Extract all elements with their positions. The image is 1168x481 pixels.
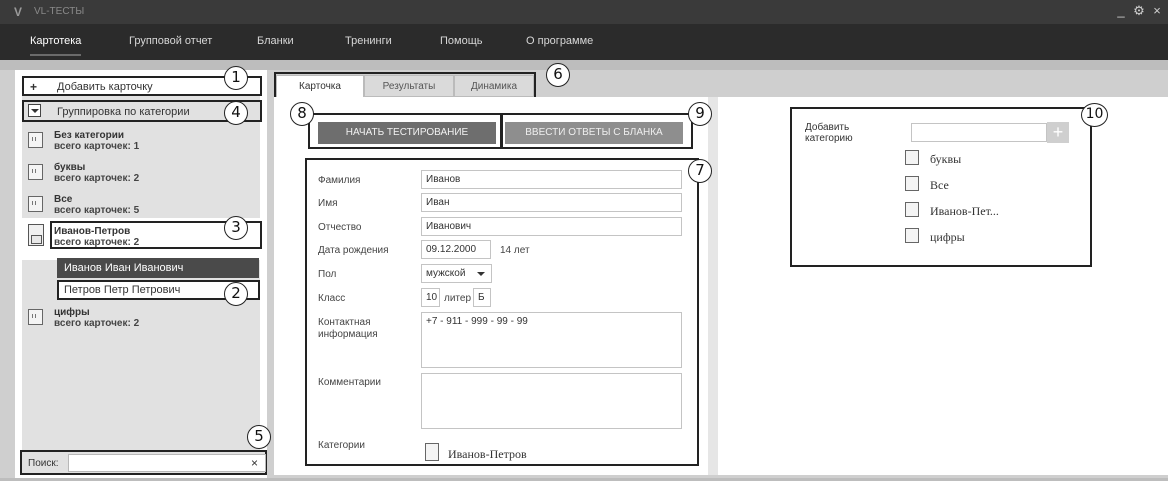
right-category-ivanov-petrov[interactable]: Иванов-Пет...: [930, 204, 999, 219]
window-controls: _ ⚙ ×: [1114, 3, 1164, 19]
menu-item-kartoteka[interactable]: Картотека: [30, 35, 82, 56]
contact-field[interactable]: +7 - 911 - 999 - 99 - 99: [421, 312, 682, 368]
dropdown-arrow-icon: [28, 104, 41, 117]
right-category-all[interactable]: Все: [930, 178, 949, 193]
category-name: Все: [54, 194, 73, 205]
folder-icon: [905, 202, 919, 217]
add-category-button[interactable]: +: [1047, 122, 1069, 143]
name-field[interactable]: Иван: [421, 193, 682, 212]
callout-4: 4: [224, 101, 248, 125]
contact-label-line2: информация: [318, 329, 378, 340]
folder-icon: [425, 443, 439, 461]
title-bar: V VL-ТЕСТЫ _ ⚙ ×: [0, 0, 1168, 24]
patronymic-label: Отчество: [318, 222, 362, 233]
app-logo: V: [14, 5, 23, 19]
category-count: всего карточек: 1: [54, 141, 140, 152]
patronymic-field[interactable]: Иванович: [421, 217, 682, 236]
callout-10: 10: [1081, 103, 1108, 127]
surname-label: Фамилия: [318, 175, 361, 186]
clear-search-icon[interactable]: ×: [251, 456, 258, 470]
callout-3: 3: [224, 216, 248, 240]
letter-label: литер: [444, 293, 472, 304]
class-label: Класс: [318, 293, 346, 304]
sex-label: Пол: [318, 269, 337, 280]
person-item-selected[interactable]: Иванов Иван Иванович: [57, 258, 259, 278]
add-category-input[interactable]: [911, 123, 1047, 142]
callout-6: 6: [546, 63, 570, 87]
plus-icon: +: [30, 80, 38, 94]
callout-9: 9: [688, 102, 712, 126]
class-field[interactable]: 10: [421, 288, 440, 307]
search-label: Поиск:: [28, 458, 59, 469]
menu-bar: Картотека Групповой отчет Бланки Тренинг…: [0, 24, 1168, 60]
menu-item-about[interactable]: О программе: [526, 35, 593, 47]
folder-icon: [905, 228, 919, 243]
folder-icon: [905, 176, 919, 191]
folder-icon: [28, 132, 43, 148]
card-category-name[interactable]: Иванов-Петров: [448, 447, 527, 462]
callout-box-8: [308, 113, 503, 149]
folder-icon: [28, 164, 43, 180]
birth-date-field[interactable]: 09.12.2000: [421, 240, 491, 259]
folder-icon: [28, 196, 43, 212]
category-name: буквы: [54, 162, 86, 173]
name-label: Имя: [318, 198, 338, 209]
folder-icon: [905, 150, 919, 165]
add-category-label-line2: категорию: [805, 133, 853, 144]
comments-field[interactable]: [421, 373, 682, 429]
add-category-label-line1: Добавить: [805, 122, 850, 133]
age-text: 14 лет: [500, 245, 530, 256]
grouping-label: Группировка по категории: [57, 106, 190, 118]
callout-1: 1: [224, 66, 248, 90]
menu-item-help[interactable]: Помощь: [440, 35, 483, 47]
callout-5: 5: [247, 425, 271, 449]
menu-item-trainings[interactable]: Тренинги: [345, 35, 392, 47]
categories-label: Категории: [318, 440, 365, 451]
category-count: всего карточек: 2: [54, 318, 140, 329]
menu-item-blanks[interactable]: Бланки: [257, 35, 294, 47]
folder-icon: [28, 309, 43, 325]
sex-value: мужской: [426, 268, 466, 279]
category-name: цифры: [54, 307, 90, 318]
callout-box-6: [274, 72, 536, 99]
add-category-label: Добавить категорию: [805, 122, 875, 144]
search-input[interactable]: [68, 454, 266, 472]
callout-box-9: [500, 113, 693, 149]
close-icon[interactable]: ×: [1150, 3, 1164, 19]
letter-field[interactable]: Б: [473, 288, 491, 307]
comments-label: Комментарии: [318, 377, 381, 388]
callout-2: 2: [224, 282, 248, 306]
chevron-down-icon: [477, 272, 485, 276]
right-category-letters[interactable]: буквы: [930, 152, 961, 167]
category-count: всего карточек: 2: [54, 173, 140, 184]
sex-select[interactable]: мужской: [421, 264, 492, 283]
surname-field[interactable]: Иванов: [421, 170, 682, 189]
callout-8: 8: [290, 102, 314, 126]
menu-item-group-report[interactable]: Групповой отчет: [129, 35, 212, 47]
gear-icon[interactable]: ⚙: [1132, 3, 1146, 19]
category-count: всего карточек: 5: [54, 205, 140, 216]
category-name: Без категории: [54, 130, 125, 141]
folder-cards-icon: [28, 224, 44, 246]
birth-date-label: Дата рождения: [318, 245, 389, 256]
minimize-icon[interactable]: _: [1114, 3, 1128, 19]
contact-label-line1: Контактная: [318, 317, 371, 328]
toolbar-strip: [0, 60, 1168, 70]
callout-7: 7: [688, 159, 712, 183]
add-card-label: Добавить карточку: [57, 81, 153, 93]
right-category-digits[interactable]: цифры: [930, 230, 965, 245]
card-panel-scroll-edge: [708, 97, 718, 475]
app-title: VL-ТЕСТЫ: [34, 6, 85, 17]
search-bar: Поиск: ×: [20, 450, 267, 475]
